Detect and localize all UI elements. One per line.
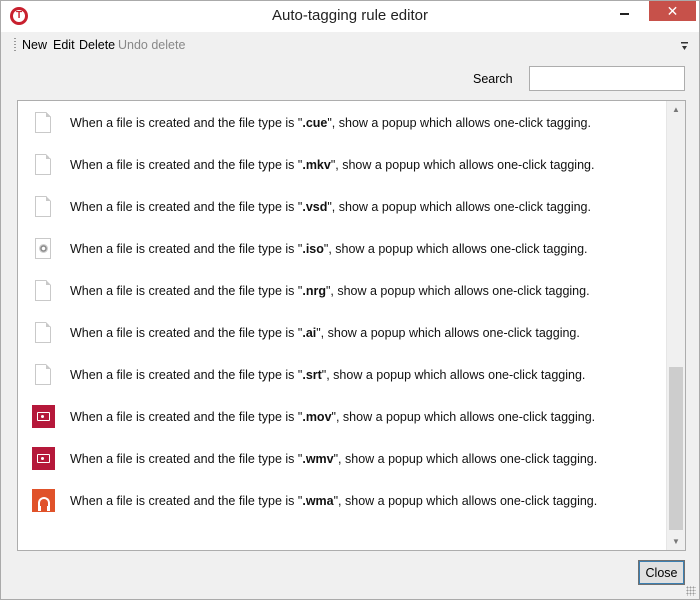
rule-text-prefix: When a file is created and the file type… [70,200,303,214]
blank-file-icon [32,279,54,303]
rule-text-prefix: When a file is created and the file type… [70,116,303,130]
rule-text-prefix: When a file is created and the file type… [70,494,303,508]
rule-text-prefix: When a file is created and the file type… [70,242,303,256]
app-window: T Auto-tagging rule editor ✕ New Edit De… [0,0,700,600]
rule-row[interactable]: When a file is created and the file type… [18,228,666,270]
rule-text-suffix: ", show a popup which allows one-click t… [330,158,595,172]
vertical-scrollbar[interactable]: ▲ ▼ [666,101,685,550]
rule-text-suffix: ", show a popup which allows one-click t… [316,326,580,340]
rule-file-extension: .mkv [302,158,331,172]
toolbar-overflow-icon[interactable] [681,42,689,52]
rule-text: When a file is created and the file type… [70,242,588,256]
rule-file-extension: .mov [302,410,332,424]
rule-file-extension: .iso [302,242,324,256]
rule-file-extension: .nrg [302,284,326,298]
disc-image-icon [32,237,54,261]
rule-row[interactable]: When a file is created and the file type… [18,186,666,228]
rule-row[interactable]: When a file is created and the file type… [18,144,666,186]
rule-text-prefix: When a file is created and the file type… [70,410,303,424]
rule-text-suffix: ", show a popup which allows one-click t… [333,452,598,466]
rule-text-prefix: When a file is created and the file type… [70,452,303,466]
rule-text: When a file is created and the file type… [70,200,591,214]
delete-button[interactable]: Delete [79,38,115,52]
blank-file-icon [32,363,54,387]
rule-text-suffix: ", show a popup which allows one-click t… [327,200,591,214]
audio-file-icon [32,489,55,513]
search-input[interactable] [529,66,685,91]
rules-list[interactable]: When a file is created and the file type… [17,100,686,551]
rule-file-extension: .cue [302,116,328,130]
rule-file-extension: .vsd [302,200,328,214]
rule-text-suffix: ", show a popup which allows one-click t… [333,494,598,508]
rule-text: When a file is created and the file type… [70,410,595,424]
rule-text: When a file is created and the file type… [70,494,597,508]
rule-row[interactable]: When a file is created and the file type… [18,270,666,312]
rule-text-prefix: When a file is created and the file type… [70,284,303,298]
menu-toolbar: New Edit Delete Undo delete [1,32,699,58]
close-button[interactable]: Close [638,560,685,585]
rule-row[interactable]: When a file is created and the file type… [18,354,666,396]
rule-text: When a file is created and the file type… [70,158,594,172]
rule-text: When a file is created and the file type… [70,452,597,466]
rule-file-extension: .ai [302,326,317,340]
rule-row[interactable]: When a file is created and the file type… [18,312,666,354]
rule-text: When a file is created and the file type… [70,368,585,382]
rule-text-suffix: ", show a popup which allows one-click t… [327,116,591,130]
toolbar-grip-icon[interactable] [14,38,16,52]
edit-button[interactable]: Edit [53,38,75,52]
blank-file-icon [32,153,54,177]
rule-file-extension: .srt [302,368,322,382]
search-label: Search [473,72,513,86]
rule-text-suffix: ", show a popup which allows one-click t… [331,410,596,424]
video-file-icon [32,447,55,471]
rule-text-suffix: ", show a popup which allows one-click t… [323,242,588,256]
rule-text-suffix: ", show a popup which allows one-click t… [321,368,586,382]
close-window-button[interactable]: ✕ [649,1,696,21]
blank-file-icon [32,195,54,219]
blank-file-icon [32,321,54,345]
new-button[interactable]: New [22,38,47,52]
title-bar[interactable]: T Auto-tagging rule editor ✕ [1,1,699,32]
scroll-up-icon[interactable]: ▲ [667,101,685,118]
rule-text-suffix: ", show a popup which allows one-click t… [325,284,590,298]
rule-row[interactable]: When a file is created and the file type… [18,102,666,144]
rule-row[interactable]: When a file is created and the file type… [18,438,666,480]
rule-row[interactable]: When a file is created and the file type… [18,480,666,522]
undo-delete-button[interactable]: Undo delete [118,38,185,52]
minimize-button[interactable] [611,1,637,21]
scroll-thumb[interactable] [669,367,683,530]
blank-file-icon [32,111,54,135]
rule-text: When a file is created and the file type… [70,326,580,340]
rule-file-extension: .wma [302,494,334,508]
close-icon: ✕ [666,2,679,19]
rule-file-extension: .wmv [302,452,334,466]
rule-text-prefix: When a file is created and the file type… [70,326,303,340]
rule-text: When a file is created and the file type… [70,284,590,298]
rule-text: When a file is created and the file type… [70,116,591,130]
window-title: Auto-tagging rule editor [272,7,428,24]
rule-text-prefix: When a file is created and the file type… [70,368,303,382]
rule-text-prefix: When a file is created and the file type… [70,158,303,172]
minimize-icon [619,13,629,15]
video-file-icon [32,405,55,429]
resize-grip-icon[interactable] [686,586,696,596]
scroll-down-icon[interactable]: ▼ [667,533,685,550]
rule-row[interactable]: When a file is created and the file type… [18,396,666,438]
